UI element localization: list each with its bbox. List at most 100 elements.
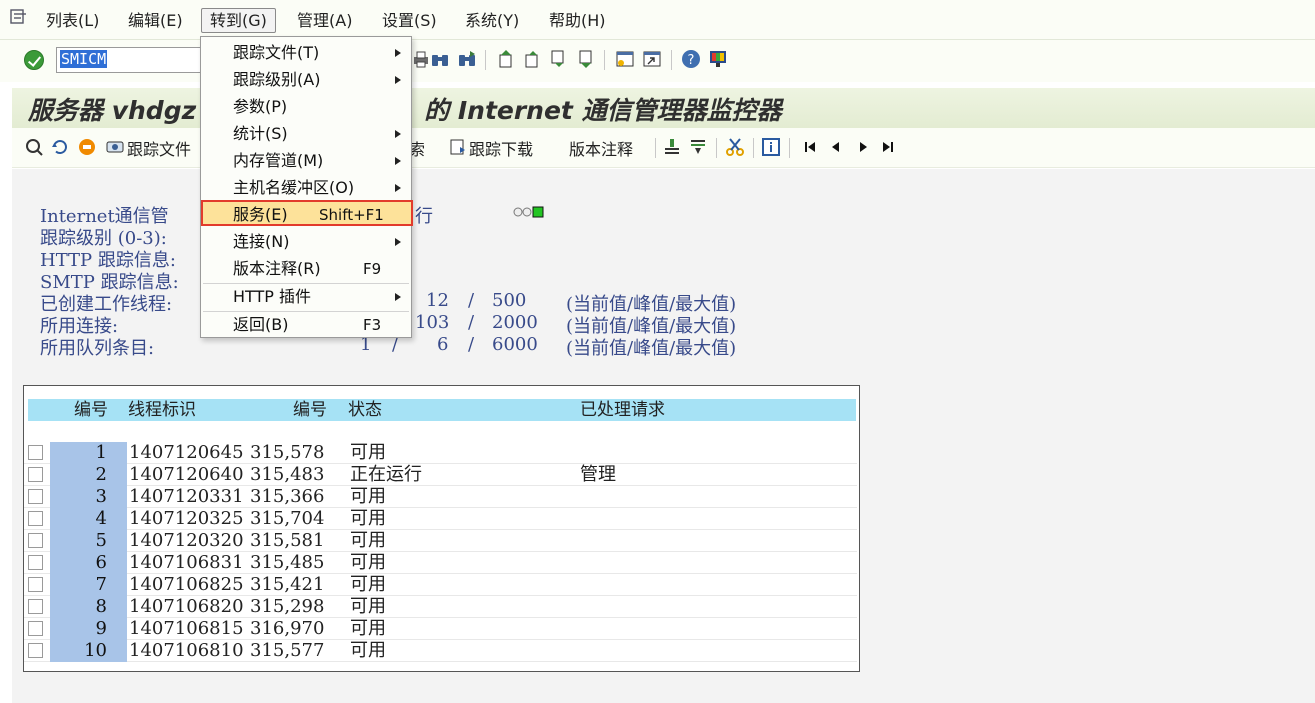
toolbar-separator [655, 138, 656, 158]
next-page-icon[interactable] [548, 49, 568, 69]
table-row[interactable]: 8 1407106820 315,298 可用 [24, 596, 857, 618]
row-select-checkbox[interactable] [28, 599, 43, 614]
thread-id-cell: 1407106831 [129, 552, 244, 573]
thread-id-cell: 1407106815 [129, 618, 244, 639]
row-select-checkbox[interactable] [28, 643, 43, 658]
col-header-thread-id[interactable]: 线程标识 [128, 399, 196, 421]
menu-item-host-buffer[interactable]: 主机名缓冲区(O) [203, 175, 409, 201]
menu-list[interactable]: 列表(L) [38, 9, 107, 34]
first-icon[interactable] [800, 137, 820, 157]
menu-item-parameters[interactable]: 参数(P) [203, 94, 409, 120]
menu-edit[interactable]: 编辑(E) [120, 9, 191, 34]
table-row[interactable]: 5 1407120320 315,581 可用 [24, 530, 857, 552]
table-row[interactable]: 6 1407106831 315,485 可用 [24, 552, 857, 574]
menu-help[interactable]: 帮助(H) [541, 9, 614, 34]
col-header-number[interactable]: 编号 [293, 399, 327, 421]
status-cell: 可用 [350, 640, 386, 661]
stat-queue-peak: 6 [437, 334, 449, 355]
row-select-checkbox[interactable] [28, 555, 43, 570]
menu-system[interactable]: 系统(Y) [457, 9, 527, 34]
shortcut-icon[interactable] [642, 49, 662, 69]
menu-item-trace-file[interactable]: 跟踪文件(T) [203, 40, 409, 66]
thread-id-cell: 1407106810 [129, 640, 244, 661]
row-select-checkbox[interactable] [28, 467, 43, 482]
menu-item-memory-pipes[interactable]: 内存管道(M) [203, 148, 409, 174]
table-row[interactable]: 2 1407120640 315,483 正在运行 管理 [24, 464, 857, 486]
table-row[interactable]: 10 1407106810 315,577 可用 [24, 640, 857, 662]
last-icon[interactable] [878, 137, 898, 157]
previous-icon[interactable] [826, 137, 846, 157]
first-page-icon[interactable] [496, 49, 516, 69]
number-cell: 316,970 [250, 618, 325, 639]
customize-layout-icon[interactable] [708, 49, 728, 69]
last-page-icon[interactable] [576, 49, 596, 69]
col-header-processed-requests[interactable]: 已处理请求 [580, 399, 665, 421]
table-row[interactable]: 1 1407120645 315,578 可用 [24, 442, 857, 464]
command-field-value: SMICM [60, 50, 108, 68]
ok-check-icon[interactable] [24, 50, 44, 70]
stop-icon[interactable] [77, 137, 97, 157]
thread-table: 编号 线程标识 编号 状态 已处理请求 1 1407120645 315,578 可用… [23, 385, 860, 672]
print-icon[interactable] [411, 49, 431, 69]
align-center-icon[interactable] [662, 137, 682, 157]
row-select-checkbox[interactable] [28, 577, 43, 592]
prev-page-icon[interactable] [522, 49, 542, 69]
find-next-icon[interactable] [457, 49, 477, 69]
toolbar-separator [753, 138, 754, 158]
row-select-checkbox[interactable] [28, 489, 43, 504]
thread-id-cell: 1407120320 [129, 530, 244, 551]
row-number: 6 [50, 552, 127, 574]
thread-id-cell: 1407120325 [129, 508, 244, 529]
trace-file-button[interactable]: 跟踪文件 [127, 136, 191, 160]
menu-item-services[interactable]: 服务(E) Shift+F1 [201, 200, 413, 226]
status-cell: 可用 [350, 508, 386, 529]
help-icon[interactable]: ? [681, 49, 701, 69]
menu-settings[interactable]: 设置(S) [374, 9, 445, 34]
row-select-checkbox[interactable] [28, 621, 43, 636]
table-row[interactable]: 4 1407120325 315,704 可用 [24, 508, 857, 530]
menu-item-statistics[interactable]: 统计(S) [203, 121, 409, 147]
processed-request-cell: 管理 [580, 464, 616, 485]
trace-file-icon[interactable] [105, 137, 125, 157]
status-cell: 可用 [350, 618, 386, 639]
stat-slash: / [468, 312, 475, 333]
toolbar-separator [604, 50, 605, 70]
menu-item-trace-level[interactable]: 跟踪级别(A) [203, 67, 409, 93]
trace-download-icon[interactable] [448, 137, 468, 157]
info-icon[interactable] [761, 137, 781, 157]
col-header-status[interactable]: 状态 [348, 399, 382, 421]
table-row[interactable]: 9 1407106815 316,970 可用 [24, 618, 857, 640]
number-cell: 315,578 [250, 442, 325, 463]
row-number: 3 [50, 486, 127, 508]
new-session-icon[interactable] [615, 49, 635, 69]
menu-goto[interactable]: 转到(G) [201, 8, 276, 33]
submenu-arrow-icon [395, 238, 401, 246]
refresh-icon[interactable] [50, 137, 70, 157]
release-notes-button[interactable]: 版本注释 [569, 136, 633, 160]
stat-slash: / [468, 290, 475, 311]
filter-icon[interactable] [688, 137, 708, 157]
toolbar-separator [789, 138, 790, 158]
row-select-checkbox[interactable] [28, 533, 43, 548]
menu-icon[interactable] [10, 9, 28, 25]
col-header-no[interactable]: 编号 [74, 399, 108, 421]
menu-admin[interactable]: 管理(A) [289, 9, 360, 34]
table-row[interactable]: 7 1407106825 315,421 可用 [24, 574, 857, 596]
submenu-arrow-icon [395, 76, 401, 84]
menu-item-back[interactable]: 返回(B) F3 [203, 312, 409, 338]
menu-item-connections[interactable]: 连接(N) [203, 229, 409, 255]
row-select-checkbox[interactable] [28, 445, 43, 460]
shortcut-label: Shift+F1 [319, 206, 384, 224]
stat-queue-note: (当前值/峰值/最大值) [566, 338, 737, 359]
row-number: 9 [50, 618, 127, 640]
row-select-checkbox[interactable] [28, 511, 43, 526]
trace-download-button[interactable]: 跟踪下载 [469, 136, 533, 160]
command-field[interactable]: SMICM [56, 47, 206, 73]
menu-item-http-plugin[interactable]: HTTP 插件 [203, 284, 409, 310]
scissors-icon[interactable] [725, 137, 745, 157]
menu-item-release-notes[interactable]: 版本注释(R) F9 [203, 256, 409, 282]
next-icon[interactable] [853, 137, 873, 157]
table-row[interactable]: 3 1407120331 315,366 可用 [24, 486, 857, 508]
find-icon[interactable] [430, 49, 450, 69]
refresh-detail-icon[interactable] [24, 137, 44, 157]
